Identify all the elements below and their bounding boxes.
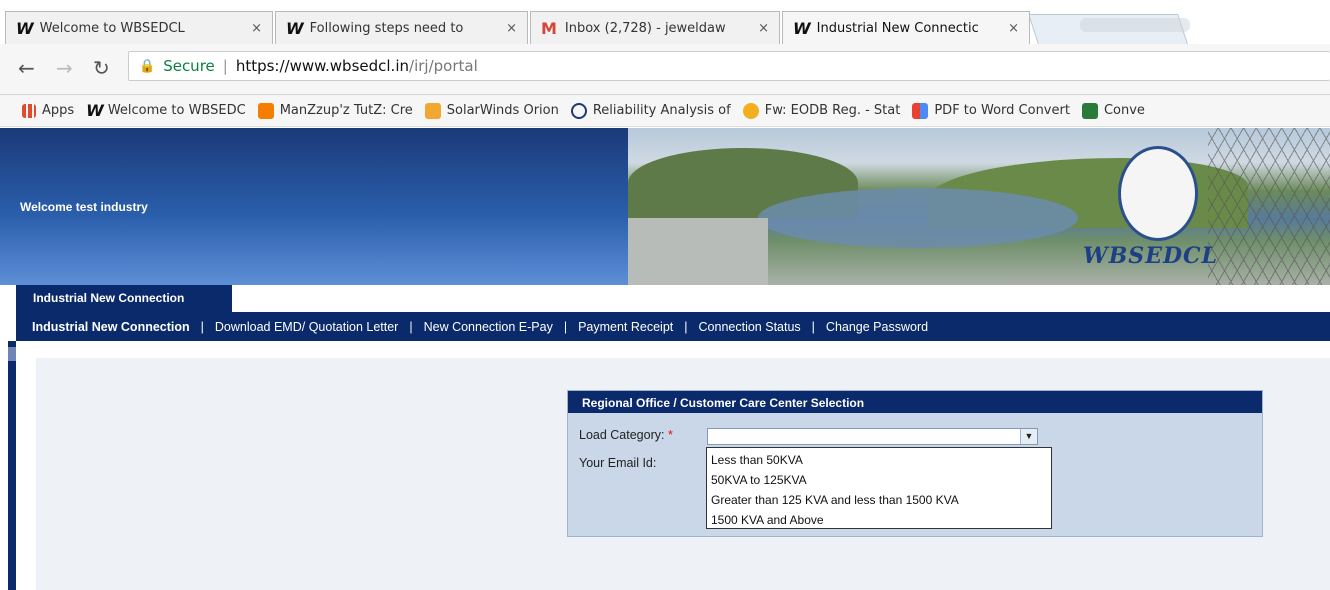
tab-industrial-new-connection[interactable]: Industrial New Connection bbox=[16, 285, 232, 312]
banner-rocks bbox=[628, 218, 768, 285]
bookmark-label: Fw: EODB Reg. - Stat bbox=[764, 103, 901, 118]
email-label: Your Email Id: bbox=[579, 456, 657, 470]
bookmark-label: PDF to Word Convert bbox=[934, 103, 1070, 118]
nav-separator: | bbox=[200, 319, 204, 334]
load-category-label: Load Category: * bbox=[579, 428, 673, 442]
browser-tab-inbox[interactable]: M Inbox (2,728) - jeweldaw × bbox=[530, 11, 780, 44]
browser-tab-welcome[interactable]: W Welcome to WBSEDCL × bbox=[5, 11, 273, 44]
nav-separator: | bbox=[684, 319, 688, 334]
welcome-message: Welcome test industry bbox=[20, 200, 148, 214]
bookmark-eodb[interactable]: Fw: EODB Reg. - Stat bbox=[742, 102, 901, 119]
scribd-icon bbox=[570, 102, 587, 119]
bookmark-label: ManZzup'z TutZ: Cre bbox=[279, 103, 413, 118]
secure-label: Secure bbox=[163, 57, 215, 75]
bookmarks-bar: Apps W Welcome to WBSEDC ManZzup'z TutZ:… bbox=[0, 95, 1330, 127]
chevron-down-icon[interactable]: ▼ bbox=[1020, 429, 1037, 444]
bookmark-convert[interactable]: Conve bbox=[1081, 102, 1145, 119]
nav-separator: | bbox=[811, 319, 815, 334]
bookmark-label: Conve bbox=[1103, 103, 1145, 118]
banner-photo: WBSEDCL bbox=[628, 128, 1330, 285]
portal-banner: Welcome test industry WBSEDCL bbox=[0, 128, 1330, 285]
browser-tab-following-steps[interactable]: W Following steps need to × bbox=[275, 11, 528, 44]
gmail-icon: M bbox=[541, 18, 557, 38]
load-category-select[interactable]: ▼ bbox=[707, 428, 1038, 445]
nav-separator: | bbox=[409, 319, 413, 334]
wbsedcl-seal-logo bbox=[1118, 146, 1198, 241]
browser-tab-strip: W Welcome to WBSEDCL × W Following steps… bbox=[0, 0, 1330, 44]
bookmark-reliability[interactable]: Reliability Analysis of bbox=[570, 102, 731, 119]
bookmark-label: SolarWinds Orion bbox=[446, 103, 559, 118]
wbsedcl-logo-icon: W bbox=[793, 18, 811, 38]
bookmark-label: Welcome to WBSEDC bbox=[107, 103, 246, 118]
option-less-than-50kva[interactable]: Less than 50KVA bbox=[711, 450, 1051, 470]
nav-connection-status[interactable]: Connection Status bbox=[699, 320, 801, 334]
required-mark: * bbox=[667, 428, 673, 442]
left-rail bbox=[0, 341, 16, 590]
reload-icon[interactable]: ↻ bbox=[93, 56, 110, 80]
bookmark-solarwinds[interactable]: SolarWinds Orion bbox=[424, 102, 559, 119]
url-host: https://www.wbsedcl.in bbox=[235, 57, 410, 75]
back-arrow-icon[interactable]: ← bbox=[18, 56, 35, 80]
app-tab-bar: Industrial New Connection bbox=[0, 285, 1330, 312]
option-1500kva-above[interactable]: 1500 KVA and Above bbox=[711, 510, 1051, 530]
collapse-handle[interactable] bbox=[8, 347, 16, 361]
sub-navigation: Industrial New Connection | Download EMD… bbox=[16, 312, 1330, 341]
close-icon[interactable]: × bbox=[758, 21, 769, 36]
solarwinds-icon bbox=[424, 102, 441, 119]
close-icon[interactable]: × bbox=[506, 21, 517, 36]
option-50-to-125kva[interactable]: 50KVA to 125KVA bbox=[711, 470, 1051, 490]
bookmark-welcome-wbsedcl[interactable]: W Welcome to WBSEDC bbox=[86, 101, 246, 120]
wbsedcl-logo-text: WBSEDCL bbox=[1083, 243, 1219, 269]
option-125-to-1500kva[interactable]: Greater than 125 KVA and less than 1500 … bbox=[711, 490, 1051, 510]
close-icon[interactable]: × bbox=[251, 21, 262, 36]
browser-toolbar: ← → ↻ 🔒 Secure | https://www.wbsedcl.in/… bbox=[0, 44, 1330, 95]
nav-industrial-new-connection[interactable]: Industrial New Connection bbox=[32, 320, 190, 334]
bookmark-label: Reliability Analysis of bbox=[592, 103, 731, 118]
lock-icon: 🔒 bbox=[139, 58, 156, 74]
browser-tab-industrial-active[interactable]: W Industrial New Connectic × bbox=[782, 11, 1030, 44]
tab-title: Industrial New Connectic bbox=[816, 20, 979, 36]
address-bar[interactable]: 🔒 Secure | https://www.wbsedcl.in/irj/po… bbox=[128, 51, 1330, 81]
tab-title: Following steps need to bbox=[309, 20, 464, 36]
nav-download-emd-quotation[interactable]: Download EMD/ Quotation Letter bbox=[215, 320, 398, 334]
mail-icon bbox=[742, 102, 759, 119]
blurred-profile-area bbox=[1080, 18, 1190, 32]
panel-title: Regional Office / Customer Care Center S… bbox=[568, 391, 1262, 413]
address-separator: | bbox=[222, 57, 228, 75]
forward-arrow-icon[interactable]: → bbox=[56, 56, 73, 80]
excel-icon bbox=[1081, 102, 1098, 119]
pdf-icon bbox=[912, 102, 929, 119]
banner-lake bbox=[758, 188, 1078, 248]
blogger-icon bbox=[257, 102, 274, 119]
bookmark-apps[interactable]: Apps bbox=[22, 103, 74, 118]
bookmark-label: Apps bbox=[42, 103, 75, 118]
apps-grid-icon bbox=[22, 103, 36, 118]
close-icon[interactable]: × bbox=[1008, 21, 1019, 36]
nav-separator: | bbox=[563, 319, 568, 334]
url-text: https://www.wbsedcl.in/irj/portal bbox=[236, 57, 478, 75]
tab-title: Welcome to WBSEDCL bbox=[39, 20, 185, 36]
nav-payment-receipt[interactable]: Payment Receipt bbox=[578, 320, 673, 334]
wbsedcl-logo-icon: W bbox=[86, 101, 104, 120]
power-tower-graphic bbox=[1208, 128, 1330, 285]
load-category-options: Less than 50KVA 50KVA to 125KVA Greater … bbox=[706, 447, 1052, 529]
url-path: /irj/portal bbox=[409, 57, 478, 75]
bookmark-manzzup[interactable]: ManZzup'z TutZ: Cre bbox=[257, 102, 413, 119]
nav-change-password[interactable]: Change Password bbox=[826, 320, 928, 334]
load-category-label-text: Load Category: bbox=[579, 428, 665, 442]
left-rail-strip bbox=[8, 341, 16, 590]
wbsedcl-logo-icon: W bbox=[16, 18, 34, 38]
wbsedcl-logo-icon: W bbox=[286, 18, 304, 38]
tab-title: Inbox (2,728) - jeweldaw bbox=[564, 20, 726, 36]
bookmark-pdf-to-word[interactable]: PDF to Word Convert bbox=[912, 102, 1070, 119]
nav-new-connection-epay[interactable]: New Connection E-Pay bbox=[424, 320, 553, 334]
